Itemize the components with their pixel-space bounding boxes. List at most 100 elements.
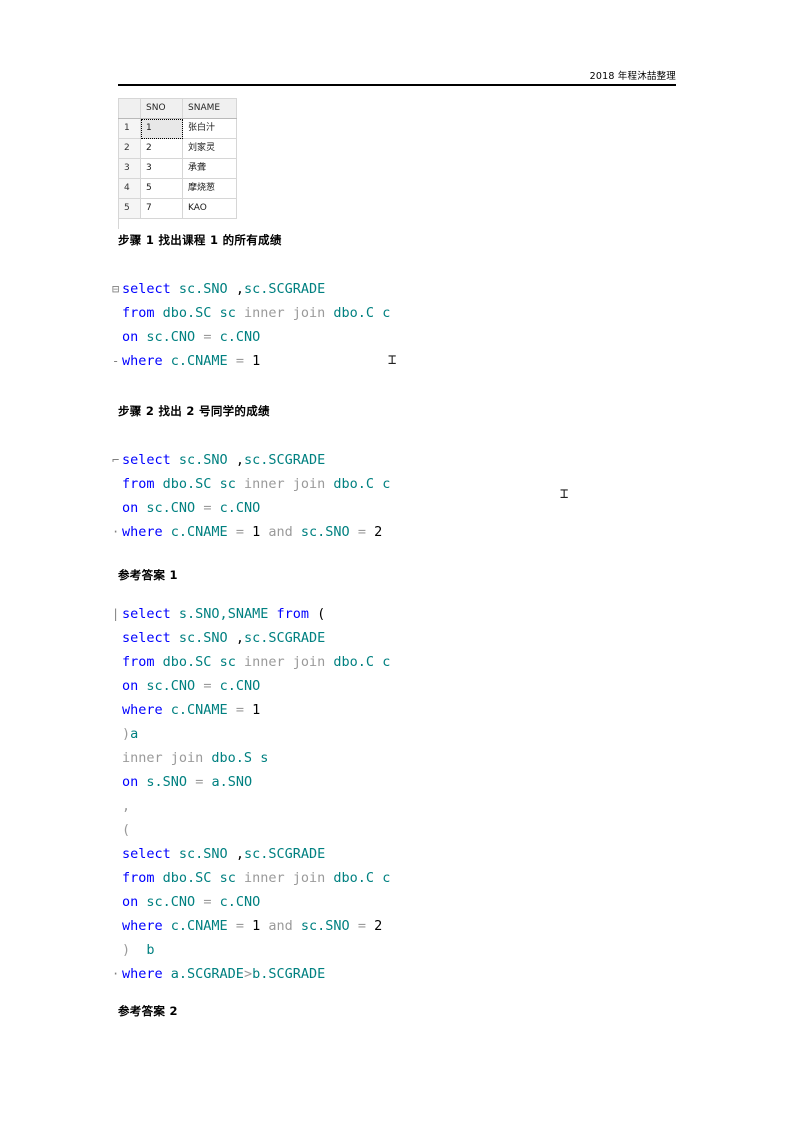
row-number-cell[interactable]: 4 — [118, 178, 141, 199]
code-token: , — [227, 452, 244, 468]
code-fold-marker-icon[interactable] — [112, 746, 122, 770]
code-line[interactable]: on sc.CNO = c.CNO — [112, 890, 390, 914]
code-token: = — [235, 353, 244, 369]
code-block-step-2[interactable]: ⌐ select sc.SNO ,sc.SCGRADE from dbo.SC s… — [112, 448, 390, 544]
code-token: where — [122, 524, 163, 540]
cell-sno[interactable]: 1 — [140, 118, 183, 139]
code-line[interactable]: inner join dbo.S s — [112, 746, 390, 770]
code-fold-marker-icon[interactable] — [112, 650, 122, 674]
code-fold-marker-icon[interactable]: ⊟ — [112, 277, 122, 301]
cell-sno[interactable]: 5 — [140, 178, 183, 199]
code-line[interactable]: )a — [112, 722, 390, 746]
row-number-cell[interactable]: 2 — [118, 138, 141, 159]
code-token: on — [122, 678, 139, 694]
code-fold-marker-icon[interactable] — [112, 890, 122, 914]
code-fold-marker-icon[interactable] — [112, 866, 122, 890]
code-fold-marker-icon[interactable] — [112, 674, 122, 698]
code-fold-marker-icon[interactable] — [112, 722, 122, 746]
code-block-answer-1[interactable]: | select s.SNO,SNAME from ( select sc.SNO… — [112, 602, 390, 986]
code-token: inner join — [122, 750, 204, 766]
code-token: c.CNO — [219, 678, 261, 694]
code-line[interactable]: ⌐ select sc.SNO ,sc.SCGRADE — [112, 448, 390, 472]
code-token: 2 — [374, 918, 383, 934]
code-line[interactable]: on sc.CNO = c.CNO — [112, 674, 390, 698]
cell-sname[interactable]: 承聋 — [182, 158, 237, 179]
cell-sno[interactable]: 2 — [140, 138, 183, 159]
code-line[interactable]: from dbo.SC sc inner join dbo.C c — [112, 866, 390, 890]
code-fold-marker-icon[interactable] — [112, 301, 122, 325]
table-row[interactable]: 3 3 承聋 — [118, 158, 237, 179]
code-token: ) — [122, 942, 131, 958]
cell-sname[interactable]: 刘家灵 — [182, 138, 237, 159]
code-fold-marker-icon[interactable] — [112, 698, 122, 722]
code-line[interactable]: , — [112, 794, 390, 818]
code-line[interactable]: on s.SNO = a.SNO — [112, 770, 390, 794]
row-number-cell[interactable]: 5 — [118, 198, 141, 219]
column-header-rownum[interactable] — [118, 98, 141, 119]
code-token: c.CNO — [219, 329, 261, 345]
code-fold-marker-icon[interactable] — [112, 914, 122, 938]
code-fold-marker-icon[interactable] — [112, 325, 122, 349]
cell-sno[interactable]: 7 — [140, 198, 183, 219]
code-fold-marker-icon[interactable] — [112, 794, 122, 818]
code-fold-marker-icon[interactable] — [112, 818, 122, 842]
code-line[interactable]: on sc.CNO = c.CNO — [112, 325, 390, 349]
header-title: 2018 年程沐喆整理 — [589, 71, 676, 82]
code-fold-marker-icon[interactable]: · — [112, 962, 122, 986]
code-fold-marker-icon[interactable]: - — [112, 349, 122, 373]
table-row[interactable]: 5 7 KAO — [118, 198, 237, 219]
code-fold-marker-icon[interactable] — [112, 626, 122, 650]
column-header-sno[interactable]: SNO — [140, 98, 183, 119]
code-line[interactable]: ( — [112, 818, 390, 842]
code-block-step-1[interactable]: ⊟ select sc.SNO ,sc.SCGRADE from dbo.SC s… — [112, 277, 390, 373]
column-header-sname[interactable]: SNAME — [182, 98, 237, 119]
result-table-head: SNO SNAME — [118, 98, 237, 119]
cell-sname[interactable]: 张白汁 — [182, 118, 237, 139]
code-line[interactable]: from dbo.SC sc inner join dbo.C c — [112, 301, 390, 325]
code-line[interactable]: from dbo.SC sc inner join dbo.C c — [112, 650, 390, 674]
code-line[interactable]: | select s.SNO,SNAME from ( — [112, 602, 390, 626]
code-token: sc.SCGRADE — [243, 630, 326, 646]
code-line[interactable]: on sc.CNO = c.CNO — [112, 496, 390, 520]
code-token: 1 — [252, 353, 261, 369]
code-fold-marker-icon[interactable] — [112, 842, 122, 866]
code-fold-marker-icon[interactable]: · — [112, 520, 122, 544]
cell-sno[interactable]: 3 — [140, 158, 183, 179]
code-line[interactable]: where c.CNAME = 1 and sc.SNO = 2 — [112, 914, 390, 938]
code-token: select — [122, 846, 171, 862]
table-row[interactable]: 4 5 摩烧葱 — [118, 178, 237, 199]
cell-sname[interactable]: 摩烧葱 — [182, 178, 237, 199]
code-line[interactable]: select sc.SNO ,sc.SCGRADE — [112, 626, 390, 650]
table-row[interactable]: 1 1 张白汁 — [118, 118, 237, 139]
code-line[interactable]: · where c.CNAME = 1 and sc.SNO = 2 — [112, 520, 390, 544]
code-line[interactable]: - where c.CNAME = 1 — [112, 349, 390, 373]
code-fold-marker-icon[interactable]: | — [112, 602, 122, 626]
table-row[interactable]: 2 2 刘家灵 — [118, 138, 237, 159]
code-fold-marker-icon[interactable] — [112, 472, 122, 496]
code-line[interactable]: from dbo.SC sc inner join dbo.C c — [112, 472, 390, 496]
code-fold-marker-icon[interactable] — [112, 938, 122, 962]
code-token: from — [122, 654, 155, 670]
code-line[interactable]: ⊟ select sc.SNO ,sc.SCGRADE — [112, 277, 390, 301]
code-line[interactable]: ) b — [112, 938, 390, 962]
code-fold-marker-icon[interactable] — [112, 770, 122, 794]
code-fold-marker-icon[interactable] — [112, 496, 122, 520]
code-line[interactable]: · where a.SCGRADE>b.SCGRADE — [112, 962, 390, 986]
code-token: sc.CNO — [146, 894, 196, 910]
cell-sname[interactable]: KAO — [182, 198, 237, 219]
row-number-cell[interactable]: 3 — [118, 158, 141, 179]
row-number-cell[interactable]: 1 — [118, 118, 141, 139]
code-line[interactable]: select sc.SNO ,sc.SCGRADE — [112, 842, 390, 866]
code-fold-marker-icon[interactable]: ⌐ — [112, 448, 122, 472]
code-line[interactable]: where c.CNAME = 1 — [112, 698, 390, 722]
code-token: sc.CNO — [146, 500, 196, 516]
